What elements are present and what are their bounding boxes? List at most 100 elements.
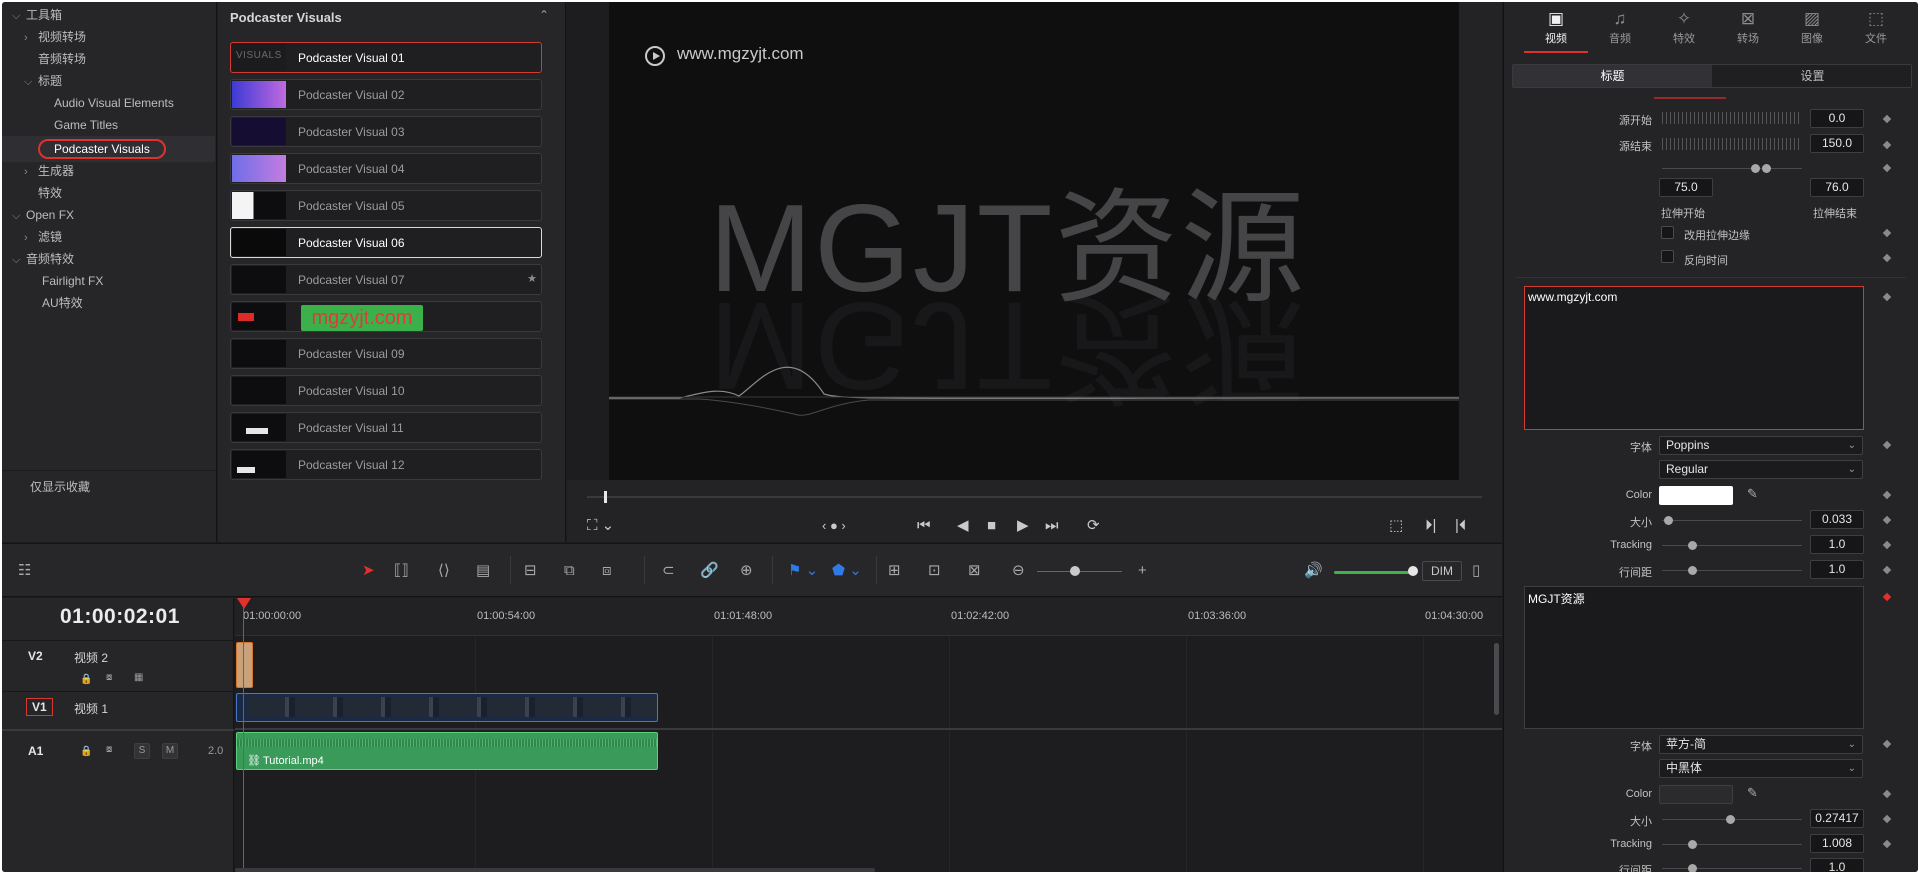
tree-item-generators[interactable]: › 生成器: [24, 159, 74, 183]
line-spacing-field-1[interactable]: 1.0: [1810, 560, 1864, 579]
tree-item-fairlight-fx[interactable]: Fairlight FX: [42, 269, 103, 293]
font-select-1[interactable]: Poppins ⌄: [1659, 436, 1863, 455]
title-card-10[interactable]: Podcaster Visual 10: [230, 375, 542, 406]
tree-item-au-effects[interactable]: AU特效: [42, 291, 83, 315]
dynamic-trim-icon[interactable]: ⟨⟩: [438, 562, 450, 580]
insert-clip-icon[interactable]: ⊟: [524, 562, 537, 580]
track-header-v1[interactable]: V1 视频 1: [2, 691, 234, 727]
tree-item-filters[interactable]: › 滤镜: [24, 225, 62, 249]
line-spacing-slider-handle-1[interactable]: [1688, 566, 1697, 575]
prev-edit-icon[interactable]: |⏴: [1455, 517, 1466, 535]
tree-item-video-transitions[interactable]: › 视频转场: [24, 25, 86, 49]
keyframe-diamond-icon[interactable]: [1882, 292, 1892, 302]
title-card-01[interactable]: VISUALS Podcaster Visual 01: [230, 42, 542, 73]
track-header-v2[interactable]: V2 视频 2 🔒 ⧇ ▦: [2, 640, 234, 690]
keyframe-diamond-icon[interactable]: [1882, 515, 1892, 525]
timeline[interactable]: 01:00:00:00 01:00:54:00 01:01:48:00 01:0…: [235, 598, 1502, 872]
size-slider-handle-1[interactable]: [1664, 516, 1673, 525]
keyframe-diamond-icon[interactable]: [1882, 739, 1892, 749]
keyframe-diamond-icon[interactable]: [1882, 540, 1892, 550]
text-input-2[interactable]: MGJT资源: [1524, 586, 1864, 729]
tracking-slider-1[interactable]: [1662, 545, 1802, 546]
trim-tool-icon[interactable]: ⟦⟧: [394, 562, 409, 580]
playhead-handle[interactable]: [237, 598, 251, 609]
play-icon[interactable]: ▶: [1017, 517, 1029, 535]
timeline-view-options-icon[interactable]: ☷: [18, 562, 31, 580]
line-spacing-slider-1[interactable]: [1662, 570, 1802, 571]
inspector-tab-effects[interactable]: ✧ 特效: [1652, 8, 1716, 46]
link-icon[interactable]: 🔗: [700, 562, 719, 580]
play-reverse-icon[interactable]: ◀: [957, 517, 969, 535]
font-select-2[interactable]: 苹方-简 ⌄: [1659, 735, 1863, 754]
zoom-slider-handle[interactable]: [1070, 566, 1080, 576]
zoom-detail-icon[interactable]: ⊡: [928, 562, 941, 580]
stretch-range-track[interactable]: [1662, 168, 1802, 169]
zoom-full-icon[interactable]: ⊞: [888, 562, 901, 580]
font-style-select-2[interactable]: 中黑体 ⌄: [1659, 759, 1863, 778]
title-card-07[interactable]: Podcaster Visual 07 ★: [230, 264, 542, 295]
video-audio-divider[interactable]: [235, 728, 1502, 730]
speaker-icon[interactable]: 🔊: [1304, 562, 1323, 580]
tree-item-audio-transitions[interactable]: 音频转场: [38, 47, 86, 71]
snapping-icon[interactable]: ⊂: [662, 562, 675, 580]
timeline-horizontal-scrollbar[interactable]: [235, 868, 875, 872]
text-input-1[interactable]: www.mgzyjt.com: [1524, 286, 1864, 430]
viewer-crop-icon[interactable]: ⛶ ⌄: [587, 517, 614, 535]
line-spacing-slider-handle-2[interactable]: [1688, 864, 1697, 872]
keyframe-diamond-icon[interactable]: [1882, 490, 1892, 500]
track-visibility-icon[interactable]: ▦: [134, 672, 143, 683]
viewer-scrub-bar[interactable]: [587, 496, 1482, 498]
lock-icon[interactable]: 🔒: [80, 674, 92, 685]
use-stretch-edge-checkbox[interactable]: [1661, 226, 1674, 239]
zoom-custom-icon[interactable]: ⊠: [968, 562, 981, 580]
viewer-scrub-handle[interactable]: [604, 491, 607, 503]
color-swatch-2[interactable]: [1659, 785, 1733, 804]
source-end-field[interactable]: 150.0: [1810, 134, 1864, 153]
inspector-tab-audio[interactable]: ♫ 音频: [1588, 8, 1652, 46]
inspector-tab-transitions[interactable]: ⊠ 转场: [1716, 8, 1780, 46]
title-card-11[interactable]: Podcaster Visual 11: [230, 412, 542, 443]
auto-track-icon[interactable]: ⧇: [106, 672, 112, 683]
timeline-vertical-scrollbar[interactable]: [1494, 643, 1499, 715]
timeline-ruler[interactable]: 01:00:00:00 01:00:54:00 01:01:48:00 01:0…: [235, 598, 1502, 636]
tracking-slider-2[interactable]: [1662, 844, 1802, 845]
stretch-start-field[interactable]: 75.0: [1659, 178, 1713, 197]
line-spacing-field-2[interactable]: 1.0: [1810, 858, 1864, 872]
source-end-jog[interactable]: [1662, 138, 1802, 150]
tracking-slider-handle-2[interactable]: [1688, 840, 1697, 849]
loop-icon[interactable]: ⟳: [1087, 517, 1100, 535]
font-style-select-1[interactable]: Regular ⌄: [1659, 460, 1863, 479]
title-card-05[interactable]: Podcaster Visual 05: [230, 190, 542, 221]
lock-icon[interactable]: 🔒: [80, 746, 92, 757]
eyedropper-icon[interactable]: ✎: [1747, 785, 1758, 801]
subtab-title[interactable]: 标题: [1513, 65, 1712, 87]
keyframe-diamond-icon[interactable]: [1882, 114, 1892, 124]
title-card-06[interactable]: Podcaster Visual 06: [230, 227, 542, 258]
timeline-timecode[interactable]: 01:00:02:01: [60, 605, 180, 629]
viewer-nav-dots[interactable]: ‹ ● ›: [822, 517, 846, 535]
favorites-only-toggle[interactable]: 仅显示收藏: [30, 478, 90, 495]
source-start-jog[interactable]: [1662, 112, 1802, 124]
flag-icon[interactable]: ⚑ ⌄: [788, 562, 818, 580]
viewer-canvas[interactable]: www.mgzyjt.com MGJT资源 MGJT资源: [609, 2, 1459, 480]
track-header-a1[interactable]: A1 🔒 ⧇ S M 2.0: [2, 729, 234, 771]
dim-button[interactable]: DIM: [1422, 561, 1462, 581]
title-card-09[interactable]: Podcaster Visual 09: [230, 338, 542, 369]
tree-item-titles[interactable]: ⌵ 标题: [24, 69, 62, 93]
volume-slider[interactable]: [1334, 571, 1414, 574]
zoom-in-icon[interactable]: +: [1138, 562, 1147, 580]
stop-icon[interactable]: ■: [987, 517, 996, 535]
replace-clip-icon[interactable]: ⧈: [602, 562, 612, 580]
keyframe-diamond-icon-active[interactable]: [1882, 592, 1892, 602]
title-card-12[interactable]: Podcaster Visual 12: [230, 449, 542, 480]
stretch-end-handle[interactable]: [1762, 164, 1771, 173]
skip-to-end-icon[interactable]: ⏭: [1045, 517, 1059, 535]
keyframe-diamond-icon[interactable]: [1882, 163, 1892, 173]
audio-clip-a1[interactable]: ⛓ Tutorial.mp4: [236, 732, 658, 770]
playhead[interactable]: [243, 598, 244, 872]
tracking-field-1[interactable]: 1.0: [1810, 535, 1864, 554]
line-spacing-slider-2[interactable]: [1662, 868, 1802, 869]
reverse-time-checkbox[interactable]: [1661, 250, 1674, 263]
tree-item-toolbox[interactable]: ⌵ 工具箱: [12, 3, 62, 27]
title-card-02[interactable]: Podcaster Visual 02: [230, 79, 542, 110]
